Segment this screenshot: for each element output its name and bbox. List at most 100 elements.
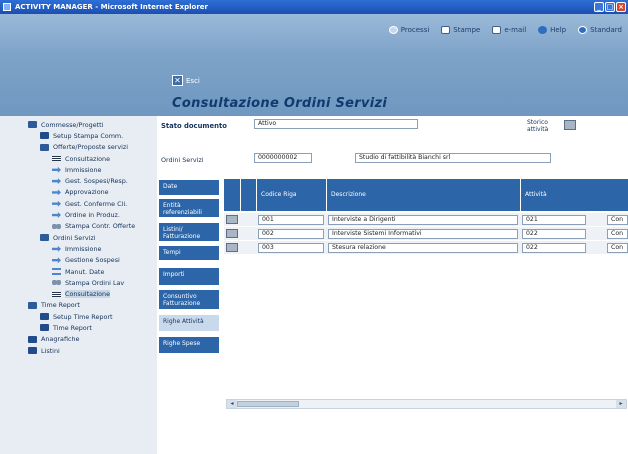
sidebar-item-label: Ordine in Produz. [65,211,120,220]
arrow-icon [52,245,61,252]
mail-icon [492,26,502,34]
folder-icon [40,132,49,140]
folder-icon [28,335,37,343]
sidebar-item[interactable]: Setup Stampa Comm. [0,130,157,141]
process-icon [388,26,398,34]
cell-extra[interactable]: Con [607,229,628,239]
window-titlebar: ACTIVITY MANAGER - Microsoft Internet Ex… [0,0,628,14]
maximize-button[interactable]: □ [605,2,615,12]
scroll-thumb[interactable] [237,401,299,407]
scroll-left-arrow-icon[interactable]: ◂ [227,400,237,408]
row-select-button[interactable] [226,229,238,238]
grid-col-codice[interactable]: Codice Riga [256,179,326,211]
close-button[interactable]: × [616,2,626,12]
arrow-icon [52,200,61,207]
arrow-icon [52,178,61,185]
cell-descrizione[interactable]: Interviste Sistemi Informativi [328,229,518,239]
double-arrow-icon [52,268,61,275]
sidebar-item[interactable]: Ordini Servizi [0,232,157,243]
sidebar-item[interactable]: Time Report [0,322,157,333]
esci-button[interactable]: ✕ Esci [172,75,200,86]
toolbar-standard[interactable]: Standard [578,26,622,34]
tab-date[interactable]: Date [159,180,219,195]
sidebar-item[interactable]: Setup Time Report [0,311,157,322]
help-icon [538,26,548,34]
grid-col-select [240,179,256,211]
cell-descrizione[interactable]: Stesura relazione [328,243,518,253]
sidebar-item-label: Anagrafiche [41,335,80,344]
sidebar-item-label: Stampa Contr. Offerte [65,222,136,231]
ordini-code-field[interactable]: 0000000002 [254,153,312,163]
toolbar-email[interactable]: e-mail [492,26,526,34]
folder-open-icon [28,301,37,309]
glasses-icon [52,279,61,287]
sidebar-item[interactable]: Ordine in Produz. [0,209,157,220]
sidebar-item[interactable]: Immissione [0,164,157,175]
cell-codice[interactable]: 002 [258,229,324,239]
tab-tempi[interactable]: Tempi [159,246,219,260]
cell-extra[interactable]: Con [607,243,628,253]
grid-horizontal-scrollbar[interactable]: ◂ ▸ [226,399,627,409]
toolbar-stampe[interactable]: Stampe [441,26,480,34]
arrow-icon [52,212,61,219]
sidebar-item-label: Offerte/Proposte servizi [53,143,129,152]
arrow-icon [52,166,61,173]
cell-extra[interactable]: Con [607,215,628,225]
sidebar-item-label: Ordini Servizi [53,233,96,242]
cell-descrizione[interactable]: Interviste a Dirigenti [328,215,518,225]
grid-header: Codice Riga Descrizione Attività [224,179,628,211]
cell-attivita[interactable]: 022 [522,229,586,239]
sidebar-item[interactable]: Offerte/Proposte servizi [0,142,157,153]
top-toolbar: Processi Stampe e-mail Help Standard [388,26,622,34]
sidebar-item-label: Setup Stampa Comm. [53,131,124,140]
cell-codice[interactable]: 001 [258,215,324,225]
tab-consuntivo-fatturazione[interactable]: Consuntivo Fatturazione [159,290,219,309]
storico-button[interactable] [564,120,576,130]
sidebar-item[interactable]: Time Report [0,300,157,311]
cell-codice[interactable]: 003 [258,243,324,253]
row-select-button[interactable] [226,243,238,252]
sidebar-item[interactable]: Anagrafiche [0,334,157,345]
sidebar-item[interactable]: Stampa Contr. Offerte [0,221,157,232]
sidebar-item[interactable]: Listini [0,345,157,356]
sidebar-item[interactable]: Manut. Date [0,266,157,277]
folder-open-icon [28,121,37,129]
sidebar-item[interactable]: Gest. Sospesi/Resp. [0,175,157,186]
row-select-button[interactable] [226,215,238,224]
sidebar-item[interactable]: Commesse/Progetti [0,119,157,130]
sidebar-item[interactable]: Immissione [0,243,157,254]
tab-righe-attivita[interactable]: Righe Attività [159,315,219,331]
sidebar-item[interactable]: Consultazione [0,153,157,164]
sidebar-item-label: Consultazione [65,154,111,163]
sidebar-item-label: Gest. Sospesi/Resp. [65,177,128,186]
table-row: 002 Interviste Sistemi Informativi 022 C… [224,227,628,240]
sidebar-item-label: Listini [41,346,60,355]
tab-righe-spese[interactable]: Righe Spese [159,337,219,353]
sidebar-item-label: Immissione [65,165,102,174]
minimize-button[interactable]: _ [594,2,604,12]
folder-open-icon [40,234,49,242]
sidebar-item[interactable]: Approvazione [0,187,157,198]
cell-attivita[interactable]: 021 [522,215,586,225]
sidebar-item[interactable]: Stampa Ordini Lav [0,277,157,288]
sidebar-item[interactable]: Gest. Conferme Cli. [0,198,157,209]
tab-importi[interactable]: Importi [159,268,219,285]
sidebar-item-label: Consultazione [65,290,111,299]
stato-label: Stato documento [161,122,227,130]
main-content: Stato documento Attivo Storico attività … [157,116,628,454]
ordini-desc-field[interactable]: Studio di fattibilità Bianchi srl [355,153,551,163]
tab-entita-referenziabili[interactable]: Entità referenziabili [159,199,219,217]
grid-col-attivita[interactable]: Attività [520,179,628,211]
sidebar-item-label: Time Report [53,323,92,332]
sidebar-item-label: Commesse/Progetti [41,120,104,129]
cell-attivita[interactable]: 022 [522,243,586,253]
stato-field[interactable]: Attivo [254,119,418,129]
tab-listini-fatturazione[interactable]: Listini/ Fatturazione [159,223,219,241]
toolbar-processi[interactable]: Processi [388,26,429,34]
toolbar-help[interactable]: Help [538,26,566,34]
ordini-label: Ordini Servizi [161,156,204,164]
sidebar-item[interactable]: Consultazione [0,288,157,299]
scroll-right-arrow-icon[interactable]: ▸ [616,400,626,408]
sidebar-item[interactable]: Gestione Sospesi [0,255,157,266]
grid-col-descrizione[interactable]: Descrizione [326,179,520,211]
